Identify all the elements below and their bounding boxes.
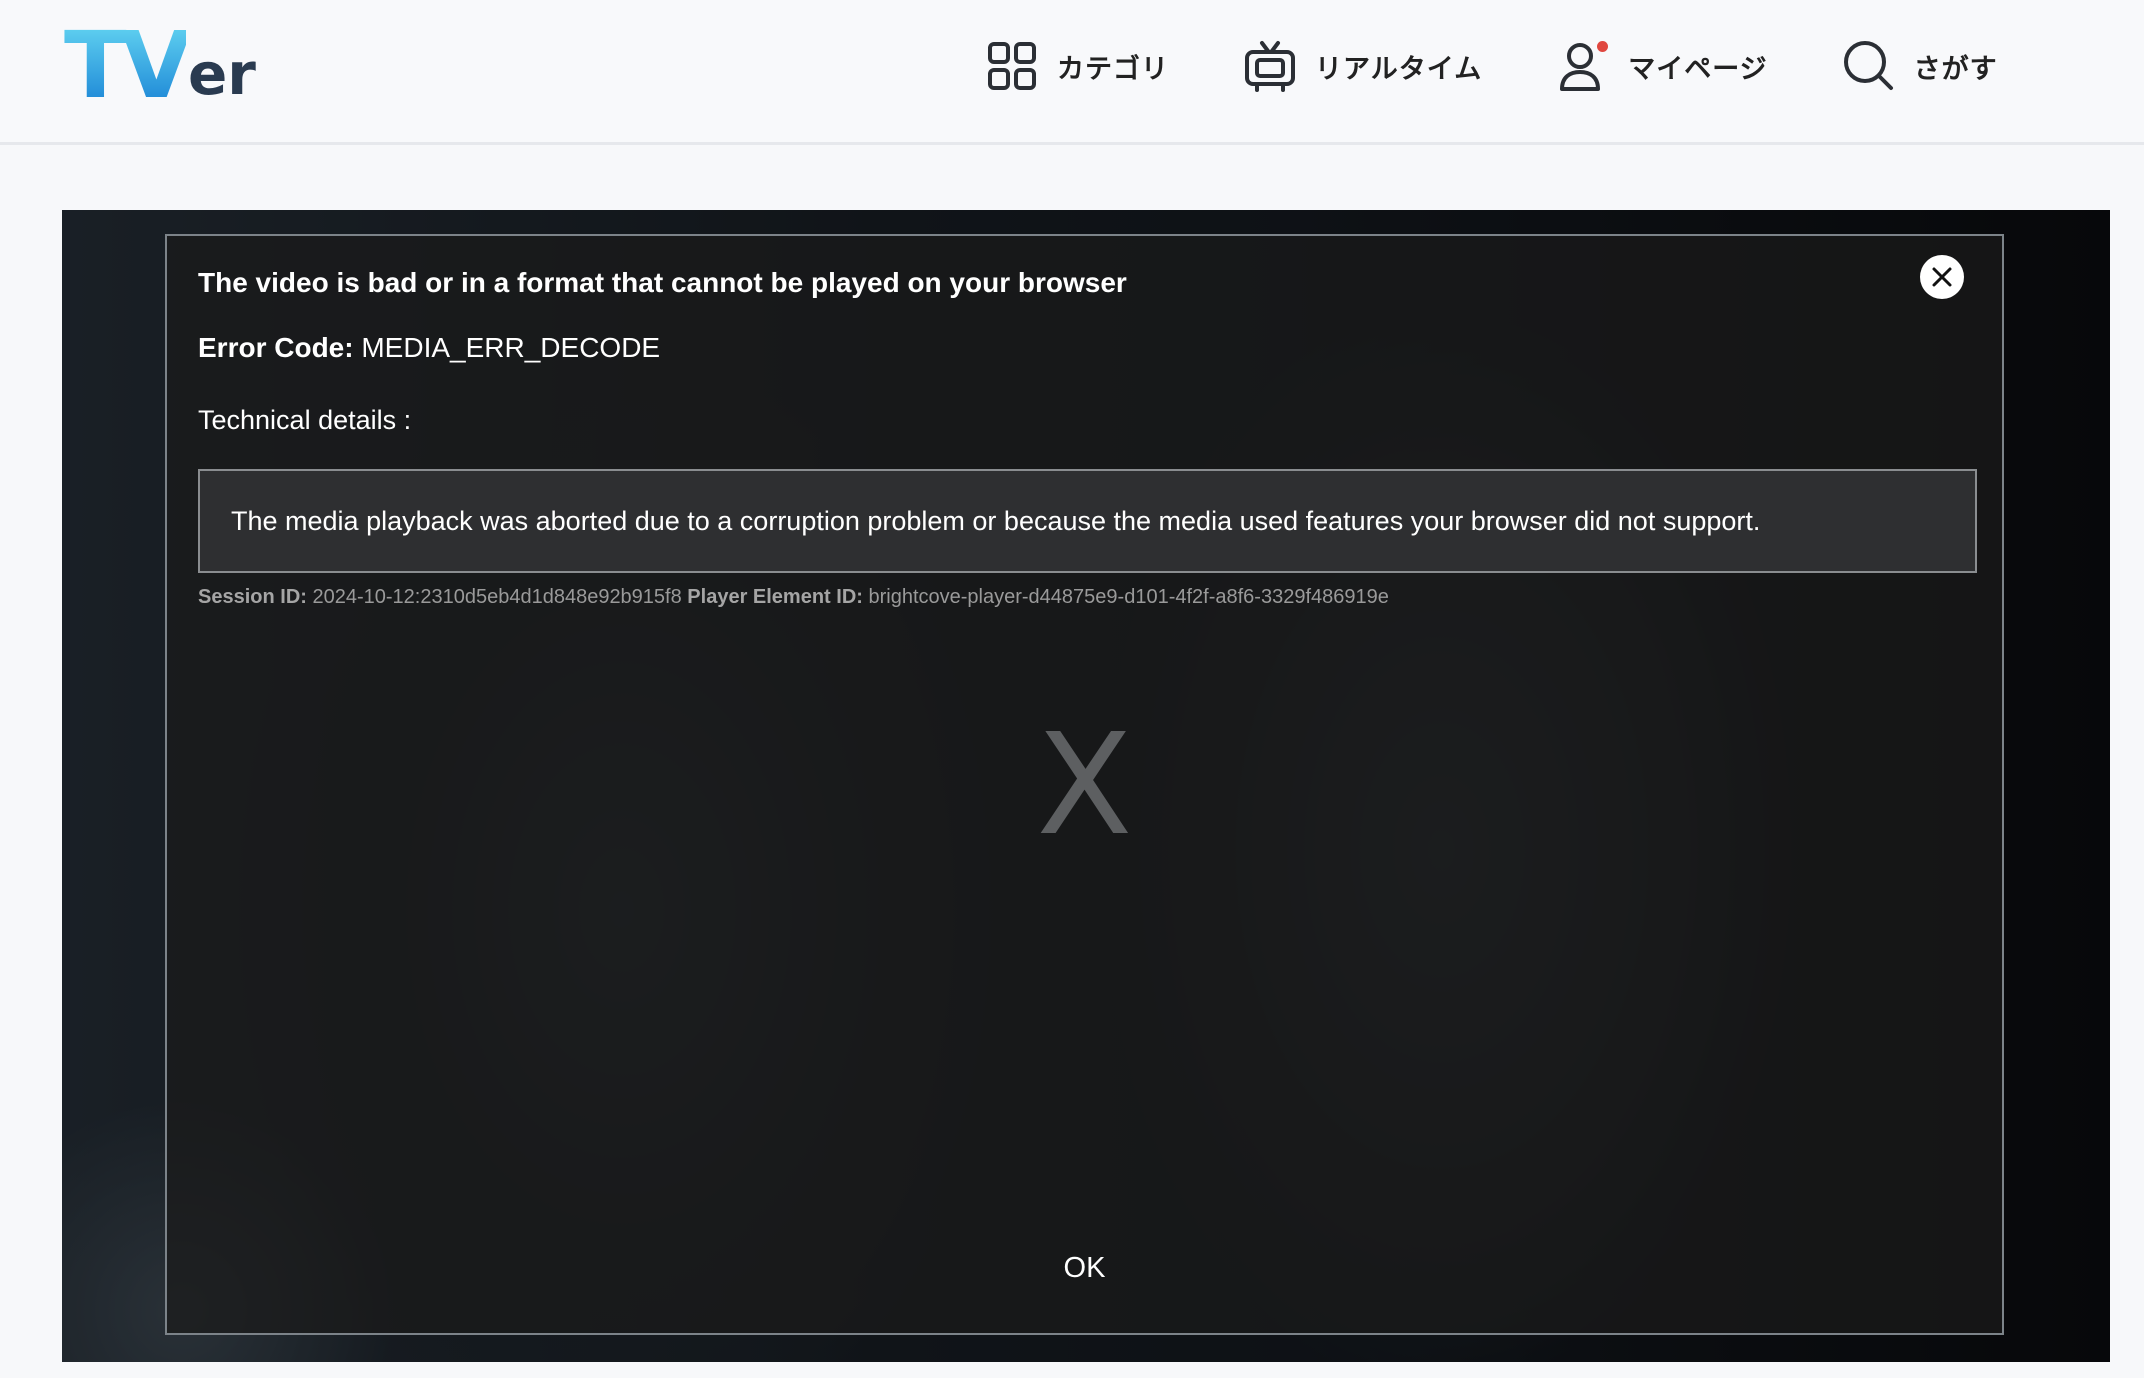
player-element-id-label: Player Element ID: — [687, 586, 863, 608]
nav-search[interactable]: さがす — [1842, 36, 1998, 96]
user-icon — [1556, 39, 1610, 93]
session-id-value: 2024-10-12:2310d5eb4d1d848e92b915f8 — [312, 586, 682, 608]
error-code: Error Code: MEDIA_ERR_DECODE — [198, 332, 660, 364]
nav-realtime-label: リアルタイム — [1315, 53, 1483, 85]
technical-details-box: The media playback was aborted due to a … — [198, 469, 1977, 573]
close-icon — [1932, 267, 1952, 287]
site-header: TV er カテゴリ リアルタイム マイページ さがす — [0, 0, 2144, 145]
main-nav: カテゴリ リアルタイム マイページ さがす — [985, 36, 2072, 96]
nav-category-label: カテゴリ — [1057, 53, 1169, 85]
session-info: Session ID: 2024-10-12:2310d5eb4d1d848e9… — [198, 586, 1389, 609]
nav-realtime[interactable]: リアルタイム — [1243, 36, 1482, 96]
error-dialog: The video is bad or in a format that can… — [165, 234, 2004, 1335]
error-code-value: MEDIA_ERR_DECODE — [361, 332, 661, 363]
nav-mypage[interactable]: マイページ — [1556, 36, 1767, 96]
tv-icon — [1243, 39, 1297, 93]
search-icon — [1842, 39, 1896, 93]
nav-category[interactable]: カテゴリ — [985, 36, 1169, 96]
tver-logo[interactable]: TV er — [64, 12, 256, 119]
logo-er: er — [187, 40, 256, 108]
ok-button[interactable]: OK — [167, 1252, 2002, 1285]
video-player[interactable]: The video is bad or in a format that can… — [62, 210, 2110, 1362]
technical-details-message: The media playback was aborted due to a … — [231, 505, 1761, 536]
error-x-icon: X — [1036, 704, 1133, 867]
session-id-label: Session ID: — [198, 586, 307, 608]
error-code-label: Error Code: — [198, 332, 354, 363]
error-title: The video is bad or in a format that can… — [198, 267, 1127, 298]
logo-tv: TV — [64, 12, 192, 119]
player-element-id-value: brightcove-player-d44875e9-d101-4f2f-a8f… — [868, 586, 1389, 608]
grid-icon — [985, 39, 1039, 93]
nav-search-label: さがす — [1913, 53, 1998, 85]
technical-details-label: Technical details : — [198, 405, 412, 435]
close-button[interactable] — [1920, 255, 1964, 299]
nav-mypage-label: マイページ — [1628, 53, 1768, 85]
